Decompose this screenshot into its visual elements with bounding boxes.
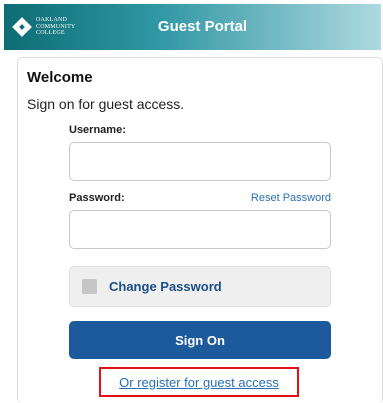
register-highlight: Or register for guest access: [99, 367, 299, 397]
password-field[interactable]: [69, 210, 331, 249]
portal-header: OAKLAND COMMUNITY COLLEGE Guest Portal: [4, 4, 381, 50]
sign-on-instruction: Sign on for guest access.: [27, 96, 185, 112]
welcome-heading: Welcome: [27, 69, 93, 86]
change-password-checkbox[interactable]: [82, 279, 97, 294]
username-field[interactable]: [69, 142, 331, 181]
register-guest-link[interactable]: Or register for guest access: [119, 375, 279, 390]
username-label: Username:: [69, 124, 126, 136]
change-password-toggle[interactable]: Change Password: [69, 266, 331, 307]
password-label: Password:: [69, 192, 125, 204]
reset-password-link[interactable]: Reset Password: [251, 192, 331, 204]
sign-on-button[interactable]: Sign On: [69, 321, 331, 359]
page-title: Guest Portal: [157, 18, 248, 35]
change-password-label: Change Password: [109, 279, 222, 294]
